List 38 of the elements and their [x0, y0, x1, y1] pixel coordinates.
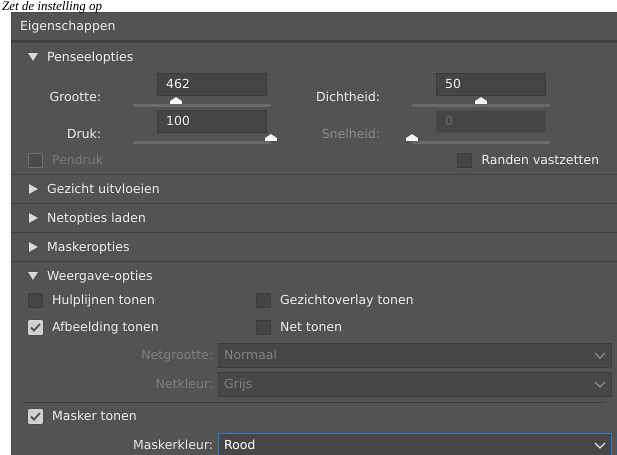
section-header[interactable]: Penseelopties	[47, 48, 134, 66]
number-field[interactable]: 50	[436, 73, 546, 96]
expand-triangle-icon[interactable]	[27, 183, 39, 195]
caption: Zet de instelling op	[2, 0, 104, 12]
collapse-triangle-icon[interactable]	[27, 51, 39, 63]
chevron-down-icon	[594, 380, 606, 388]
dropdown: Normaal	[218, 342, 612, 368]
checkbox-label: Gezichtoverlay tonen	[280, 291, 414, 309]
slider-thumb[interactable]	[264, 134, 278, 141]
chevron-down-icon	[594, 442, 606, 448]
check-icon	[30, 322, 41, 332]
slider-label: Dichtheid:	[314, 88, 380, 106]
expand-triangle-icon[interactable]	[27, 241, 39, 253]
checkbox[interactable]	[28, 292, 43, 308]
checkbox-label: Masker tonen	[52, 407, 137, 426]
checkbox-label: Randen vastzetten	[481, 150, 599, 169]
slider-label: Druk:	[66, 124, 101, 143]
number-field[interactable]: 462	[157, 73, 267, 96]
checkbox-label: Net tonen	[280, 318, 342, 336]
chevron-down-icon	[594, 352, 606, 358]
checkbox[interactable]	[256, 320, 271, 335]
check-icon	[30, 412, 41, 421]
expand-triangle-icon[interactable]	[27, 212, 39, 224]
checkbox[interactable]	[256, 292, 271, 308]
number-field[interactable]: 100	[157, 110, 267, 133]
section-header[interactable]: Weergave-opties	[47, 266, 153, 286]
collapse-triangle-icon[interactable]	[27, 270, 39, 282]
slider-label: Grootte:	[48, 88, 101, 106]
panel-title: Eigenschappen	[20, 16, 116, 35]
checkbox-label: Afbeelding tonen	[52, 318, 159, 336]
section-header[interactable]: Gezicht uitvloeien	[47, 180, 160, 198]
checkbox-label: Hulplijnen tonen	[52, 291, 155, 309]
dropdown-label: Maskerkleur:	[132, 436, 214, 454]
dropdown: Grijs	[218, 372, 612, 396]
dropdown[interactable]: Rood	[218, 432, 612, 455]
checkbox[interactable]	[457, 152, 472, 168]
section-header[interactable]: Netopties laden	[47, 208, 146, 228]
section-header[interactable]: Maskeropties	[47, 238, 130, 256]
